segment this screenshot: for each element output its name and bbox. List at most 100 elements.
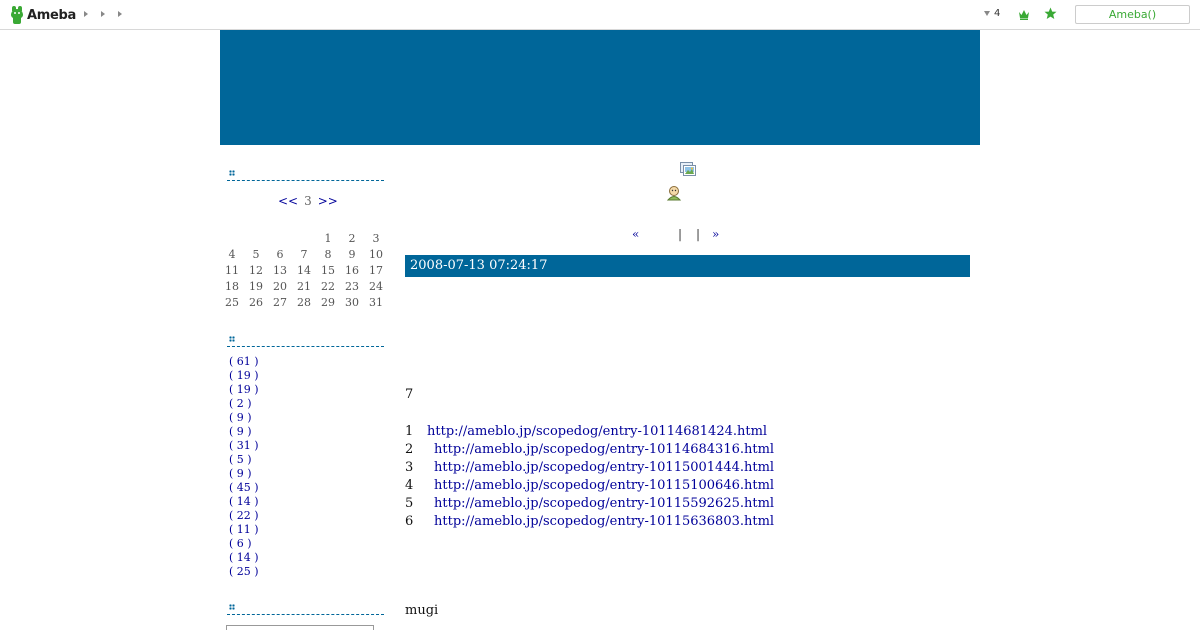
entry-url-link[interactable]: http://ameblo.jp/scopedog/entry-10115001… — [434, 459, 774, 477]
category-item[interactable]: ( 45 ) — [229, 481, 259, 495]
calendar-day: 21 — [297, 279, 311, 293]
calendar-section-title — [227, 167, 384, 181]
calendar-navigation: << 3 >> — [278, 194, 338, 208]
calendar-day: 1 — [324, 231, 332, 245]
calendar-day: 31 — [369, 295, 383, 309]
entry-url-link[interactable]: http://ameblo.jp/scopedog/entry-10115636… — [434, 513, 774, 531]
entry-date-bar: 2008-07-13 07:24:17 — [405, 255, 970, 277]
calendar-day: 8 — [324, 247, 332, 261]
dropdown-arrow-icon — [984, 11, 990, 16]
calendar-grid: 1 2 3 4 5 6 7 8 9 10 11 12 13 14 15 16 17 18 19 20 21 22 23 24 2… — [220, 230, 388, 310]
top-nav — [84, 11, 122, 17]
calendar-day: 3 — [372, 231, 380, 245]
bullet-dots-icon — [229, 336, 235, 342]
calendar-day: 18 — [225, 279, 239, 293]
crown-icon[interactable] — [1018, 9, 1030, 20]
category-item[interactable]: ( 9 ) — [229, 467, 259, 481]
entry-url-link[interactable]: http://ameblo.jp/scopedog/entry-10115100… — [434, 477, 774, 495]
ameba-login-button[interactable]: Ameba() — [1075, 5, 1190, 24]
category-item[interactable]: ( 19 ) — [229, 369, 259, 383]
category-item[interactable]: ( 11 ) — [229, 523, 259, 537]
entry-url-link[interactable]: http://ameblo.jp/scopedog/entry-10114681… — [427, 423, 767, 441]
ameba-pig-icon — [10, 6, 24, 24]
entry-link-row: 4 http://ameblo.jp/scopedog/entry-1011510… — [405, 477, 774, 495]
calendar-day: 16 — [345, 263, 359, 277]
link-number: 3 — [405, 460, 414, 475]
link-number: 1 — [405, 424, 414, 439]
calendar-day: 14 — [297, 263, 311, 277]
category-item[interactable]: ( 31 ) — [229, 439, 259, 453]
link-number: 4 — [405, 478, 414, 493]
category-item[interactable]: ( 2 ) — [229, 397, 259, 411]
entry-link-row: 6 http://ameblo.jp/scopedog/entry-1011563… — [405, 513, 774, 531]
entry-link-row: 5 http://ameblo.jp/scopedog/entry-1011559… — [405, 495, 774, 513]
calendar-week: 18 19 20 21 22 23 24 — [220, 278, 388, 294]
blogger-profile-icon[interactable] — [666, 185, 682, 201]
entry-url-link[interactable]: http://ameblo.jp/scopedog/entry-10114684… — [434, 441, 774, 459]
next-entry-link[interactable]: » — [712, 227, 719, 241]
calendar-day: 5 — [252, 247, 260, 261]
calendar-week: 25 26 27 28 29 30 31 — [220, 294, 388, 310]
calendar-day: 6 — [276, 247, 284, 261]
entry-link-row: 3 http://ameblo.jp/scopedog/entry-1011500… — [405, 459, 774, 477]
calendar-day — [268, 230, 292, 246]
category-item[interactable]: ( 14 ) — [229, 551, 259, 565]
calendar-day: 13 — [273, 263, 287, 277]
entry-body-text: 7 — [405, 387, 414, 402]
calendar-day — [244, 230, 268, 246]
category-item[interactable]: ( 19 ) — [229, 383, 259, 397]
nav-arrow-icon[interactable] — [84, 11, 88, 17]
star-icon[interactable] — [1044, 7, 1057, 20]
calendar-day — [292, 230, 316, 246]
category-item[interactable]: ( 25 ) — [229, 565, 259, 579]
category-item[interactable]: ( 14 ) — [229, 495, 259, 509]
ameba-logo[interactable]: Ameba — [10, 6, 76, 24]
calendar-day: 17 — [369, 263, 383, 277]
entry-url-link[interactable]: http://ameblo.jp/scopedog/entry-10115592… — [434, 495, 774, 513]
calendar-week: 1 2 3 — [220, 230, 388, 246]
category-item[interactable]: ( 22 ) — [229, 509, 259, 523]
image-icon[interactable] — [680, 162, 696, 176]
nav-arrow-icon[interactable] — [101, 11, 105, 17]
bullet-dots-icon — [229, 170, 235, 176]
category-item[interactable]: ( 9 ) — [229, 425, 259, 439]
sidebar-section-title — [227, 601, 384, 615]
calendar-day: 10 — [369, 247, 383, 261]
calendar-day: 2 — [348, 231, 356, 245]
prev-entry-link[interactable]: « — [632, 227, 678, 241]
bullet-dots-icon — [229, 604, 235, 610]
nav-arrow-icon[interactable] — [118, 11, 122, 17]
calendar-day: 29 — [321, 295, 335, 309]
notification-counter[interactable]: 4 — [984, 8, 1000, 19]
entry-pager: « | | » — [632, 227, 719, 241]
pager-separator: | — [696, 227, 701, 241]
calendar-day: 27 — [273, 295, 287, 309]
category-item[interactable]: ( 5 ) — [229, 453, 259, 467]
calendar-day: 30 — [345, 295, 359, 309]
link-number: 2 — [405, 442, 414, 457]
entry-link-row: 2 http://ameblo.jp/scopedog/entry-1011468… — [405, 441, 774, 459]
entry-link-row: 1 http://ameblo.jp/scopedog/entry-1011468… — [405, 423, 774, 441]
category-item[interactable]: ( 9 ) — [229, 411, 259, 425]
calendar-week: 11 12 13 14 15 16 17 — [220, 262, 388, 278]
category-item[interactable]: ( 61 ) — [229, 355, 259, 369]
entry-author: mugi — [405, 603, 439, 618]
calendar-day: 19 — [249, 279, 263, 293]
calendar-prev-link[interactable]: << — [278, 194, 298, 208]
sidebar-box — [226, 625, 374, 630]
global-header: Ameba 4 Ameba() — [0, 0, 1200, 30]
calendar-day: 25 — [225, 295, 239, 309]
logo-text: Ameba — [27, 7, 77, 23]
link-number: 6 — [405, 514, 414, 529]
calendar-day — [220, 230, 244, 246]
calendar-day: 15 — [321, 263, 335, 277]
calendar-next-link[interactable]: >> — [318, 194, 338, 208]
calendar-day: 9 — [348, 247, 356, 261]
link-number: 5 — [405, 496, 414, 511]
category-item[interactable]: ( 6 ) — [229, 537, 259, 551]
calendar-week: 4 5 6 7 8 9 10 — [220, 246, 388, 262]
entry-link-list: 1 http://ameblo.jp/scopedog/entry-1011468… — [405, 423, 774, 531]
calendar-day: 28 — [297, 295, 311, 309]
category-list: ( 61 )( 19 )( 19 )( 2 )( 9 )( 9 )( 31 )(… — [229, 355, 259, 579]
calendar-day: 4 — [228, 247, 236, 261]
